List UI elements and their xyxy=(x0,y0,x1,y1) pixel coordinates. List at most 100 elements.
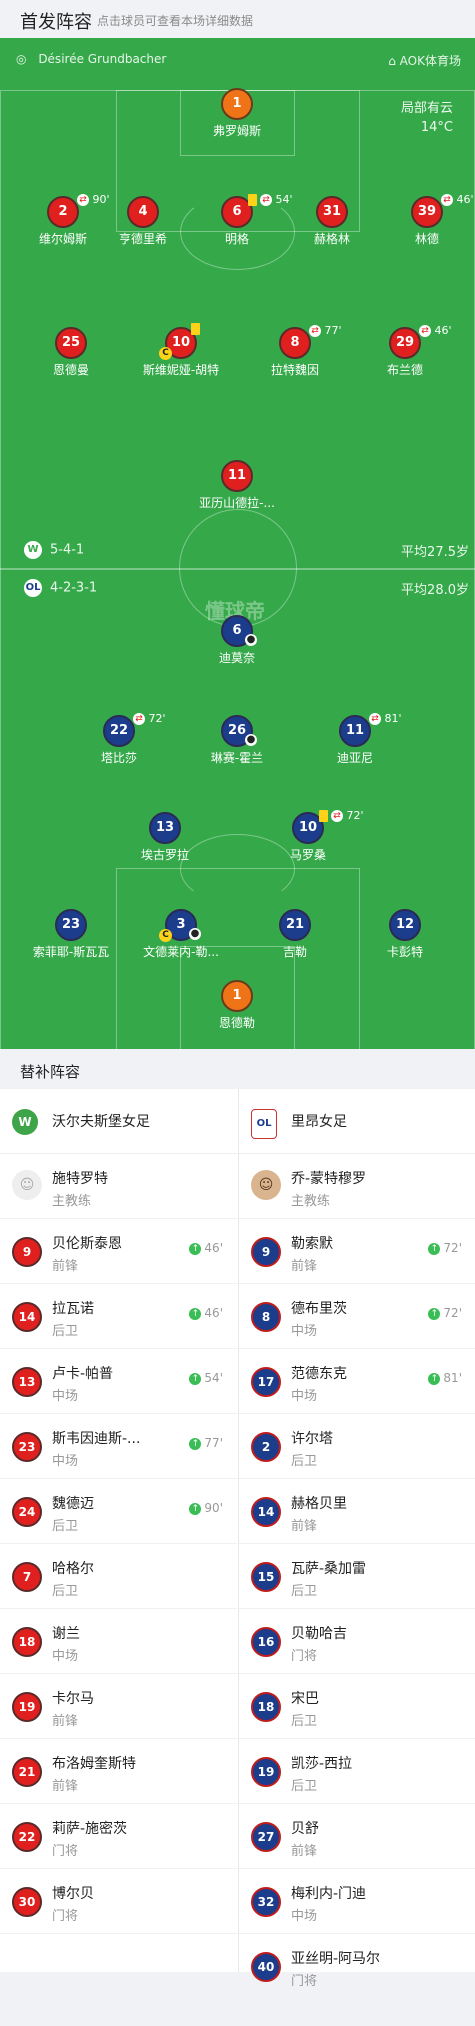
ball-icon: ● xyxy=(245,634,257,646)
sub-off-icon: ⇄ xyxy=(369,713,381,725)
coach-row[interactable]: ☺ 乔-蒙特穆罗 主教练 xyxy=(239,1154,475,1219)
sub-off: ⇄ 46' xyxy=(441,193,474,206)
yellow-card-icon xyxy=(191,323,200,335)
bench-player-row[interactable]: 19 凯莎-西拉 后卫 xyxy=(239,1739,475,1804)
away-player[interactable]: 12 卡彭特 xyxy=(355,909,455,965)
player-number: 21 xyxy=(279,909,311,941)
home-player[interactable]: 39 ⇄ 46' 林德 xyxy=(377,193,475,252)
home-player[interactable]: 1 弗罗姆斯 xyxy=(187,88,287,144)
player-number: 8 xyxy=(251,1302,281,1332)
away-player[interactable]: 26 ● 琳赛-霍兰 xyxy=(187,715,287,771)
player-number: 39 xyxy=(411,196,443,228)
bench-player-row[interactable]: 21 布洛姆奎斯特 前锋 xyxy=(0,1739,237,1804)
bench-player-row[interactable]: 27 贝舒 前锋 xyxy=(239,1804,475,1869)
away-player[interactable]: 3 C ● 文德莱内-勒... xyxy=(131,909,231,965)
player-number: 25 xyxy=(55,327,87,359)
away-player[interactable]: 23 索菲耶-斯瓦瓦 xyxy=(21,909,121,965)
bench-player-row[interactable]: 8 德布里茨 中场 ↑ 72' xyxy=(239,1284,475,1349)
captain-badge: C xyxy=(159,929,172,942)
player-position: 前锋 xyxy=(52,1779,79,1794)
home-player[interactable]: 25 恩德曼 xyxy=(21,327,121,383)
sub-on-icon: ↑ xyxy=(189,1242,202,1255)
bench-player-row[interactable]: 16 贝勒哈吉 门将 xyxy=(239,1609,475,1674)
team-name: 里昂女足 xyxy=(291,1114,347,1130)
home-player[interactable]: 11 亚历山德拉-... xyxy=(187,460,287,516)
player-name: 瓦萨-桑加雷 xyxy=(291,1561,367,1577)
away-team[interactable]: OL 里昂女足 xyxy=(239,1089,475,1154)
player-number: 32 xyxy=(251,1887,281,1917)
page-title: 首发阵容 xyxy=(20,12,92,33)
away-player[interactable]: 11 ⇄ 81' 迪亚尼 xyxy=(305,712,405,771)
home-player[interactable]: 10 C 斯维妮娅-胡特 xyxy=(131,323,231,383)
yellow-card-icon xyxy=(248,194,257,206)
bench-player-row[interactable]: 7 哈格尔 后卫 xyxy=(0,1544,237,1609)
player-name: 卡彭特 xyxy=(386,945,423,959)
home-player[interactable]: 29 ⇄ 46' 布兰德 xyxy=(355,324,455,383)
bench-player-row[interactable]: 18 谢兰 中场 xyxy=(0,1609,237,1674)
bench-player-row[interactable]: 40 亚丝明-阿马尔 门将 xyxy=(239,1934,475,1999)
player-position: 后卫 xyxy=(291,1584,318,1599)
player-name: 贝勒哈吉 xyxy=(291,1626,347,1642)
bench-player-row[interactable]: 22 莉萨-施密茨 门将 xyxy=(0,1804,237,1869)
coach-role: 主教练 xyxy=(291,1194,331,1209)
bench-player-row[interactable]: 18 宋巴 后卫 xyxy=(239,1674,475,1739)
player-name: 恩德曼 xyxy=(52,363,89,377)
home-formation: W 5-4-1 xyxy=(24,541,84,559)
bench-player-row[interactable]: 30 博尔贝 门将 xyxy=(0,1869,237,1934)
player-position: 后卫 xyxy=(52,1584,79,1599)
bench-player-row[interactable]: 17 范德东克 中场 ↑ 81' xyxy=(239,1349,475,1414)
away-player[interactable]: 1 恩德勒 xyxy=(187,980,287,1036)
away-player[interactable]: 13 埃古罗拉 xyxy=(115,812,215,868)
away-player[interactable]: 22 ⇄ 72' 塔比莎 xyxy=(69,712,169,771)
player-number: 29 xyxy=(389,327,421,359)
bench-player-row[interactable]: 9 勒索默 前锋 ↑ 72' xyxy=(239,1219,475,1284)
home-player[interactable]: 8 ⇄ 77' 拉特魏因 xyxy=(245,324,345,383)
sub-on-time: ↑ 77' xyxy=(189,1436,223,1450)
player-number: 4 xyxy=(127,196,159,228)
player-number: 9 xyxy=(251,1237,281,1267)
sub-off-icon: ⇄ xyxy=(331,810,343,822)
away-player[interactable]: 21 吉勒 xyxy=(245,909,345,965)
player-number: 19 xyxy=(251,1757,281,1787)
home-team[interactable]: W 沃尔夫斯堡女足 xyxy=(0,1089,237,1154)
player-name: 范德东克 xyxy=(291,1366,347,1382)
bench-player-row[interactable]: 2 许尔塔 后卫 xyxy=(239,1414,475,1479)
player-name: 迪亚尼 xyxy=(336,751,373,765)
sub-on-time: ↑ 54' xyxy=(189,1371,223,1385)
sub-on-time: ↑ 46' xyxy=(189,1306,223,1320)
team-name: 沃尔夫斯堡女足 xyxy=(52,1114,150,1130)
player-name: 德布里茨 xyxy=(291,1301,347,1317)
bench-player-row[interactable]: 32 梅利内-门迪 中场 xyxy=(239,1869,475,1934)
player-name: 博尔贝 xyxy=(52,1886,94,1902)
bench-player-row[interactable]: 9 贝伦斯泰恩 前锋 ↑ 46' xyxy=(0,1219,237,1284)
sub-on-icon: ↑ xyxy=(189,1437,202,1450)
player-position: 前锋 xyxy=(291,1259,318,1274)
bench-player-row[interactable]: 23 斯韦因迪斯-... 中场 ↑ 77' xyxy=(0,1414,237,1479)
sub-off: ⇄ 81' xyxy=(369,712,402,725)
coach-row[interactable]: ☺ 施特罗特 主教练 xyxy=(0,1154,237,1219)
player-position: 前锋 xyxy=(52,1714,79,1729)
temperature: 14°C xyxy=(420,120,453,135)
bench-player-row[interactable]: 13 卢卡-帕普 中场 ↑ 54' xyxy=(0,1349,237,1414)
player-name: 梅利内-门迪 xyxy=(291,1886,367,1902)
referee-name: Désirée Grundbacher xyxy=(38,52,167,66)
player-position: 门将 xyxy=(52,1909,79,1924)
player-name: 斯韦因迪斯-... xyxy=(52,1431,141,1447)
player-name: 贝伦斯泰恩 xyxy=(52,1236,122,1252)
bench-player-row[interactable]: 19 卡尔马 前锋 xyxy=(0,1674,237,1739)
ball-icon: ● xyxy=(189,928,201,940)
player-name: 布洛姆奎斯特 xyxy=(52,1756,136,1772)
weather-desc: 局部有云 xyxy=(400,101,453,116)
away-player[interactable]: 10 ⇄ 72' 马罗桑 xyxy=(258,809,364,868)
wolfsburg-logo-icon: W xyxy=(12,1109,38,1135)
bench-player-row[interactable]: 15 瓦萨-桑加雷 后卫 xyxy=(239,1544,475,1609)
player-name: 贝舒 xyxy=(291,1821,319,1837)
bench-player-row[interactable]: 24 魏德迈 后卫 ↑ 90' xyxy=(0,1479,237,1544)
bench-player-row[interactable]: 14 赫格贝里 前锋 xyxy=(239,1479,475,1544)
away-player[interactable]: 6 ● 迪莫奈 xyxy=(187,615,287,671)
player-position: 中场 xyxy=(291,1324,318,1339)
player-number: 1 xyxy=(221,88,253,120)
wolfsburg-logo-icon: W xyxy=(24,541,42,559)
sub-off-icon: ⇄ xyxy=(133,713,145,725)
bench-player-row[interactable]: 14 拉瓦诺 后卫 ↑ 46' xyxy=(0,1284,237,1349)
